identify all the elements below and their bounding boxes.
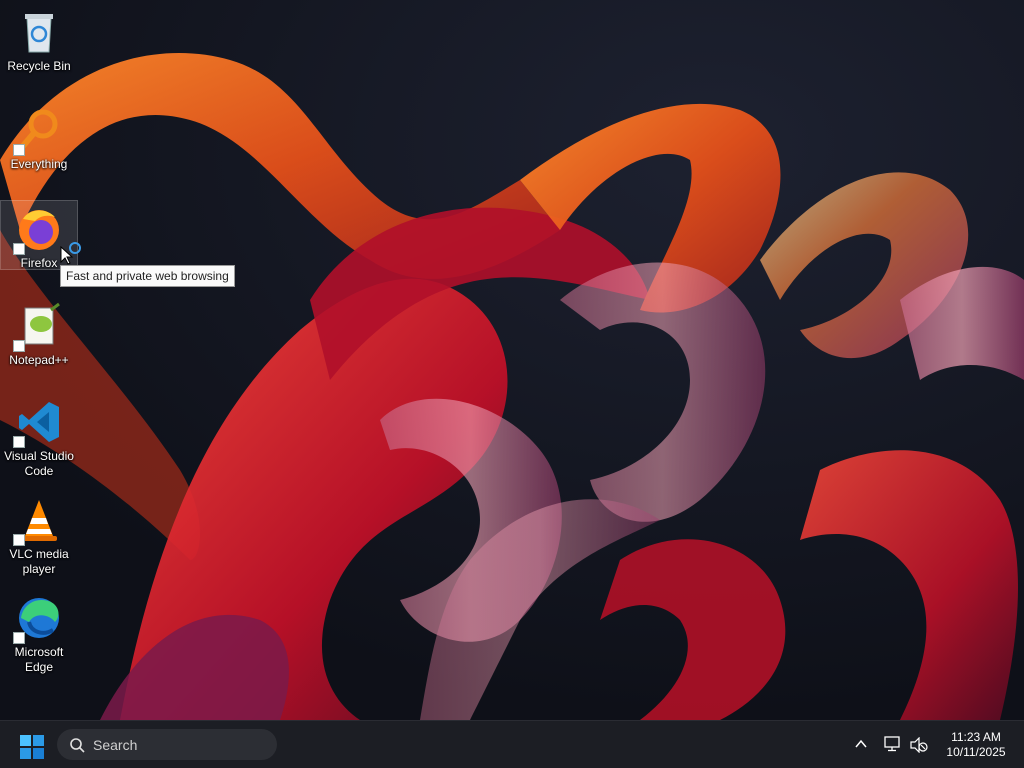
edge-icon: [13, 594, 63, 644]
firefox-icon: [13, 205, 63, 255]
desktop-icon-label: Everything: [10, 157, 68, 171]
taskbar-clock[interactable]: 11:23 AM 10/11/2025: [938, 730, 1014, 760]
desktop-icon-label: Visual Studio Code: [4, 449, 74, 478]
desktop-icon-everything[interactable]: Everything: [0, 106, 78, 172]
search-label: Search: [93, 736, 138, 753]
taskbar-search-box[interactable]: Search: [57, 729, 277, 760]
clock-time: 11:23 AM: [951, 730, 1001, 744]
desktop-icon-label: VLC media player: [9, 547, 69, 576]
tooltip: Fast and private web browsing: [60, 265, 235, 287]
shortcut-arrow-icon: [13, 144, 25, 156]
notepad-plus-plus-icon: [13, 302, 63, 352]
desktop-icon-vscode[interactable]: Visual Studio Code: [0, 398, 78, 479]
desktop-wallpaper: [0, 0, 1024, 720]
network-icon[interactable]: [884, 736, 902, 752]
desktop-icon-edge[interactable]: Microsoft Edge: [0, 594, 78, 675]
start-button[interactable]: [20, 735, 44, 759]
clock-date: 10/11/2025: [946, 745, 1006, 759]
recycle-bin-icon: [15, 8, 63, 56]
shortcut-arrow-icon: [13, 632, 25, 644]
desktop-icon-vlc[interactable]: VLC media player: [0, 496, 78, 577]
shortcut-arrow-icon: [13, 534, 25, 546]
everything-search-icon: [13, 106, 63, 156]
taskbar: Search 11:23 AM 10/11/2025: [0, 720, 1024, 768]
shortcut-arrow-icon: [13, 340, 25, 352]
desktop-icon-label: Recycle Bin: [7, 59, 71, 73]
shortcut-arrow-icon: [13, 436, 25, 448]
wallpaper-ribbons: [0, 0, 1024, 720]
search-icon: [70, 737, 85, 753]
vscode-icon: [13, 398, 63, 448]
desktop-icon-label: Notepad++: [9, 353, 69, 367]
loading-spinner-icon: [69, 242, 81, 254]
desktop-icon-recycle-bin[interactable]: Recycle Bin: [0, 8, 78, 74]
windows-logo-icon: [20, 735, 44, 759]
shortcut-arrow-icon: [13, 243, 25, 255]
volume-muted-icon[interactable]: [910, 737, 928, 753]
desktop-icon-notepad-plus-plus[interactable]: Notepad++: [0, 302, 78, 368]
vlc-icon: [13, 496, 63, 546]
show-hidden-icons-chevron-up-icon[interactable]: [854, 737, 868, 751]
desktop-icon-label: Microsoft Edge: [14, 645, 64, 674]
